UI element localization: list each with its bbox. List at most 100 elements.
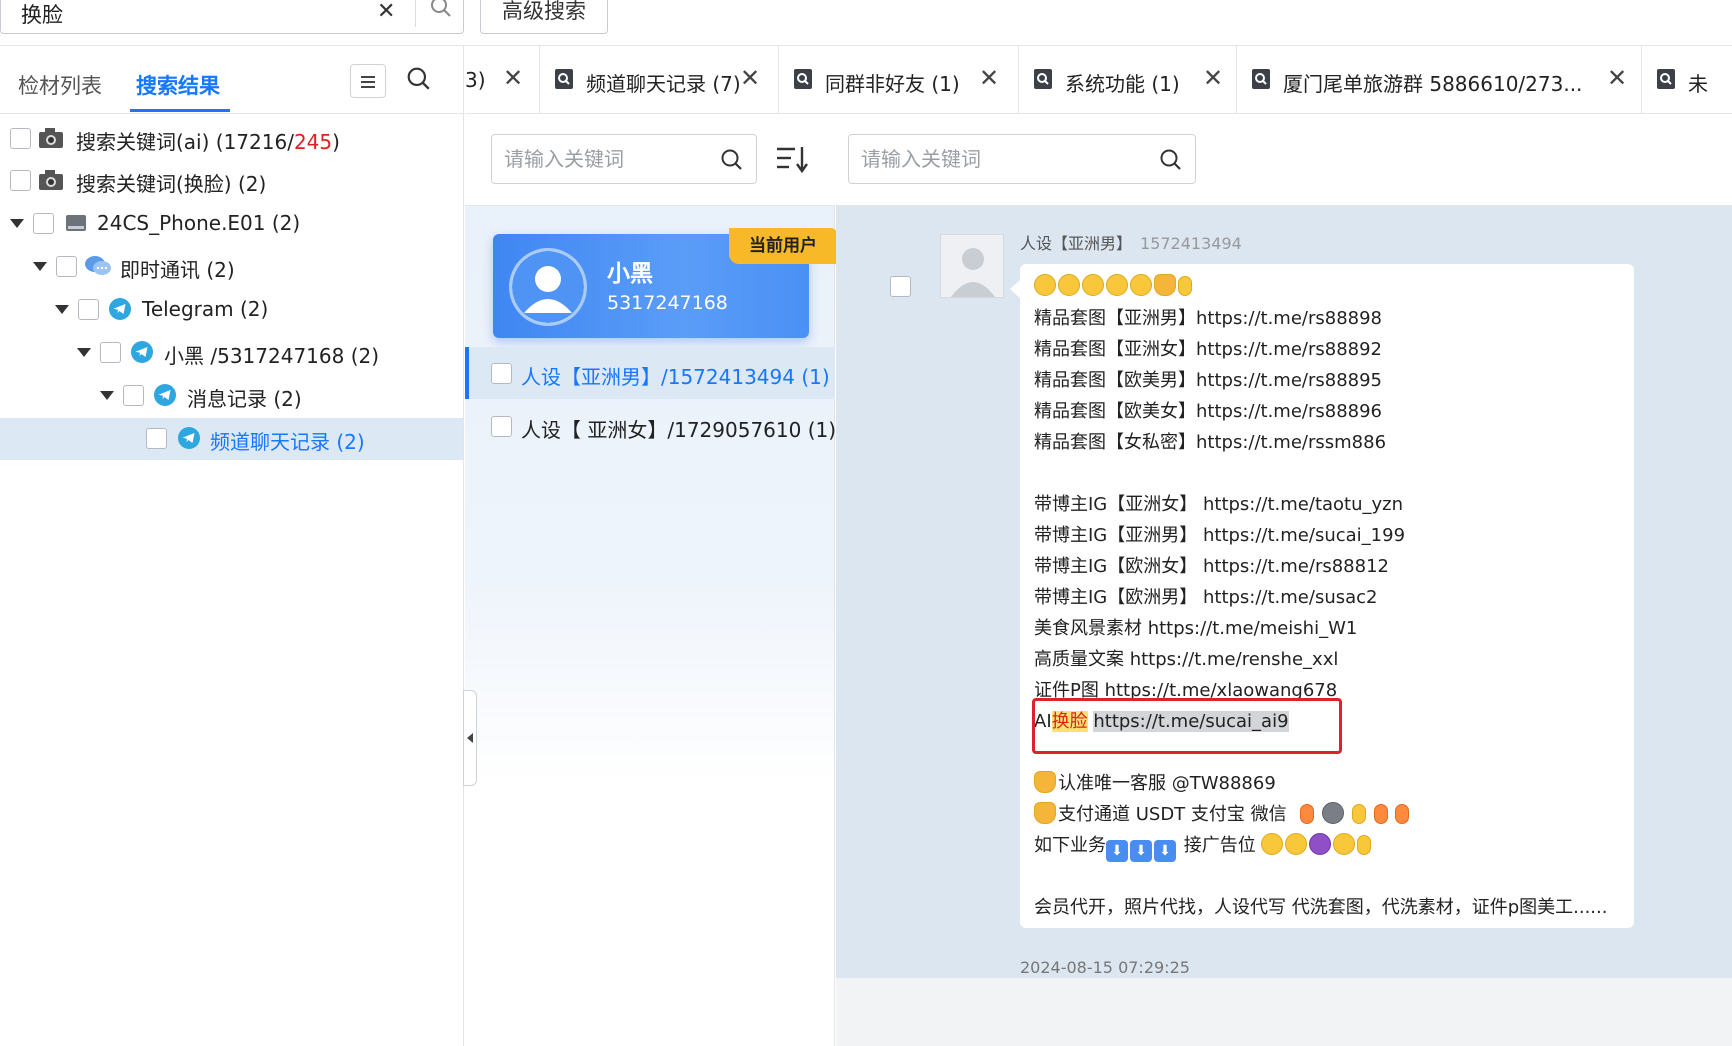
- expand-arrow-icon[interactable]: [33, 262, 47, 271]
- telegram-icon: [108, 297, 134, 321]
- search-icon[interactable]: [429, 0, 453, 23]
- tree-item-search-faceswap[interactable]: 搜索关键词(换脸) (2): [0, 160, 463, 202]
- tab-label: 3): [465, 68, 486, 92]
- divider: [415, 0, 416, 27]
- emoji-icon: [1261, 833, 1284, 855]
- contact-label: 人设【亚洲男】/1572413494 (1): [521, 365, 830, 389]
- chat-bubbles-icon: [84, 254, 111, 278]
- telegram-icon: [153, 383, 179, 407]
- user-name: 小黑: [607, 261, 653, 287]
- tree-item-telegram[interactable]: Telegram (2): [0, 289, 463, 331]
- tab-label: 未: [1688, 72, 1708, 96]
- cat-emoji-icon: [1034, 802, 1056, 824]
- expand-arrow-icon[interactable]: [55, 305, 69, 314]
- close-icon[interactable]: ✕: [740, 64, 760, 92]
- menu-icon: [361, 76, 375, 78]
- message-line: 带博主IG【亚洲女】 https://t.me/taotu_yzn: [1034, 494, 1404, 515]
- tree-item-label: 消息记录 (2): [187, 387, 302, 411]
- sender-id: 1572413494: [1140, 234, 1242, 253]
- advanced-search-button[interactable]: 高级搜索: [480, 0, 608, 34]
- checkbox[interactable]: [100, 342, 121, 363]
- contact-label: 人设【 亚洲女】/1729057610 (1): [521, 418, 837, 442]
- tree-item-label: 搜索关键词(ai) (17216/245): [76, 130, 340, 154]
- menu-icon-line: [361, 81, 375, 83]
- tab-truncated[interactable]: 3) ✕: [465, 46, 540, 113]
- tab-same-group-nonfriend[interactable]: 同群非好友 (1) ✕: [779, 46, 1019, 113]
- bubble-tail: [1010, 280, 1020, 298]
- checkbox[interactable]: [123, 385, 144, 406]
- checkbox[interactable]: [10, 128, 31, 149]
- tab-system-functions[interactable]: 系统功能 (1) ✕: [1019, 46, 1237, 113]
- search-value[interactable]: 换脸: [21, 0, 63, 29]
- tree-item-instant-messaging[interactable]: 即时通讯 (2): [0, 246, 463, 288]
- tab-search-results[interactable]: 搜索结果: [136, 70, 220, 100]
- emoji-icon: [1285, 833, 1308, 855]
- clear-icon[interactable]: ✕: [377, 0, 395, 24]
- checkbox[interactable]: [33, 213, 54, 234]
- expand-arrow-icon[interactable]: [77, 348, 91, 357]
- tree-item-label: Telegram (2): [142, 297, 269, 321]
- checkbox[interactable]: [10, 170, 31, 191]
- close-icon[interactable]: ✕: [1607, 64, 1627, 92]
- active-tab-indicator: [130, 109, 230, 112]
- checkbox[interactable]: [491, 363, 512, 384]
- current-user-badge: 当前用户: [729, 228, 837, 264]
- current-user-card[interactable]: 小黑 5317247168 当前用户: [493, 228, 837, 338]
- payment-line: 支付通道 USDT 支付宝 微信: [1034, 800, 1411, 826]
- emoji-icon: [1034, 274, 1056, 296]
- tab-evidence-list[interactable]: 检材列表: [18, 70, 102, 100]
- tree-item-search-ai[interactable]: 搜索关键词(ai) (17216/245): [0, 118, 463, 160]
- tree-item-label: 频道聊天记录 (2): [210, 430, 365, 454]
- emoji-icon: [1106, 274, 1128, 296]
- tab-next-truncated[interactable]: 未: [1642, 46, 1732, 113]
- close-icon[interactable]: ✕: [979, 64, 999, 92]
- expand-arrow-icon[interactable]: [10, 219, 24, 228]
- tab-label: 系统功能 (1): [1065, 72, 1180, 96]
- emoji-icon: [1373, 804, 1388, 824]
- down-arrow-icon: ⬇: [1154, 840, 1176, 862]
- message-line: 精品套图【女私密】https://t.me/rssm886: [1034, 432, 1387, 453]
- keyword-input[interactable]: [504, 147, 704, 171]
- message-list: 人设【亚洲男】 1572413494 精品套图【亚洲男】https://t.me/…: [836, 206, 1732, 978]
- user-id: 5317247168: [607, 292, 728, 314]
- search-icon[interactable]: [406, 66, 432, 96]
- tab-channel-chat[interactable]: 频道聊天记录 (7) ✕: [540, 46, 779, 113]
- search-icon[interactable]: [1159, 148, 1183, 176]
- tree-item-user-account[interactable]: 小黑 /5317247168 (2): [0, 332, 463, 374]
- collapse-panel-handle[interactable]: [463, 690, 477, 786]
- document-tab-bar: 3) ✕ 频道聊天记录 (7) ✕ 同群非好友 (1) ✕ 系统功能 (1) ✕…: [465, 46, 1732, 114]
- message-bubble: 精品套图【亚洲男】https://t.me/rs88898 精品套图【亚洲女】h…: [1010, 264, 1634, 928]
- tab-xiamen-group[interactable]: 厦门尾单旅游群 5886610/273... ✕: [1237, 46, 1642, 113]
- expand-arrow-icon[interactable]: [100, 391, 114, 400]
- global-search-input[interactable]: 换脸 ✕: [0, 0, 464, 34]
- message-search-input[interactable]: [848, 134, 1196, 184]
- close-icon[interactable]: ✕: [503, 64, 523, 92]
- search-icon[interactable]: [720, 148, 744, 176]
- contact-search-bar: [465, 114, 835, 206]
- contact-item[interactable]: 人设【亚洲男】/1572413494 (1): [465, 347, 835, 399]
- cat-emoji-icon: [1154, 274, 1176, 296]
- keyword-highlight-box: [1032, 698, 1342, 754]
- checkbox[interactable]: [78, 299, 99, 320]
- message-checkbox[interactable]: [890, 276, 911, 297]
- message-search-bar: [836, 114, 1732, 206]
- tree-item-label: 小黑 /5317247168 (2): [164, 344, 380, 368]
- tree-item-phone-image[interactable]: 24CS_Phone.E01 (2): [0, 203, 463, 245]
- close-icon[interactable]: ✕: [1203, 64, 1223, 92]
- checkbox[interactable]: [491, 416, 512, 437]
- menu-icon-line: [361, 86, 375, 88]
- contact-search-input[interactable]: [491, 134, 757, 184]
- keyword-input[interactable]: [861, 147, 1141, 171]
- tree-item-message-records[interactable]: 消息记录 (2): [0, 375, 463, 417]
- checkbox[interactable]: [146, 428, 167, 449]
- tree-item-label: 即时通讯 (2): [120, 258, 235, 282]
- left-panel: 检材列表 搜索结果 搜索关键词(ai) (17216/245) 搜索关键词(换脸…: [0, 46, 464, 1046]
- tree-item-channel-chat[interactable]: 频道聊天记录 (2): [0, 418, 463, 460]
- emoji-icon: [1351, 804, 1366, 824]
- checkbox[interactable]: [56, 256, 77, 277]
- message-line: 带博主IG【欧洲男】 https://t.me/susac2: [1034, 587, 1378, 608]
- sort-icon[interactable]: [775, 144, 809, 178]
- message-line: 高质量文案 https://t.me/renshe_xxl: [1034, 649, 1339, 670]
- contact-item[interactable]: 人设【 亚洲女】/1729057610 (1): [465, 400, 837, 452]
- menu-button[interactable]: [350, 64, 386, 98]
